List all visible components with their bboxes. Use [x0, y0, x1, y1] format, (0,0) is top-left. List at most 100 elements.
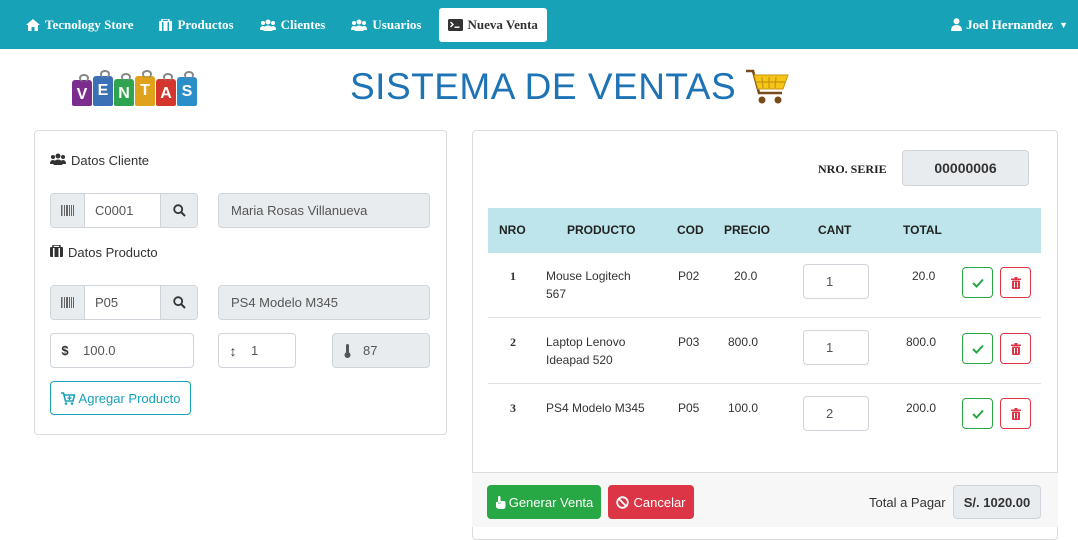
- row-confirm-button[interactable]: [962, 398, 993, 429]
- nav-brand[interactable]: Tecnology Store: [26, 8, 133, 42]
- total-amount-field[interactable]: S/. 1020.00: [953, 485, 1041, 519]
- row-precio: 800.0: [728, 335, 759, 349]
- producto-name-field[interactable]: PS4 Modelo M345: [218, 285, 430, 320]
- cliente-code-input[interactable]: C0001: [85, 194, 160, 227]
- section-label-text: Datos Producto: [68, 245, 158, 260]
- row-producto-line1: Laptop Lenovo: [546, 335, 626, 349]
- row-cod: P05: [678, 401, 700, 415]
- logo-letter: T: [135, 70, 155, 106]
- price-input[interactable]: 100.0: [79, 334, 193, 367]
- nav-item-label: Clientes: [280, 16, 326, 32]
- barcode-icon: [51, 194, 85, 227]
- row-confirm-button[interactable]: [962, 333, 993, 364]
- thermometer-icon: [333, 343, 361, 358]
- producto-code-input[interactable]: P05: [85, 286, 160, 319]
- logo-letter: E: [93, 70, 113, 106]
- generate-sale-label: Generar Venta: [508, 494, 594, 510]
- page-title: SISTEMA DE VENTAS: [350, 66, 790, 108]
- check-icon: [971, 344, 984, 354]
- table-row: 2 Laptop Lenovo Ideapad 520 P03 800.0 1 …: [488, 319, 1041, 384]
- terminal-icon: [447, 18, 463, 31]
- trash-icon: [1010, 276, 1021, 289]
- nav-item-nueva-venta[interactable]: Nueva Venta: [438, 7, 547, 42]
- page-title-text: SISTEMA DE VENTAS: [350, 66, 737, 107]
- quantity-input[interactable]: 1: [247, 334, 295, 367]
- add-product-label: Agregar Producto: [78, 390, 181, 406]
- col-header-nro: NRO: [499, 223, 526, 237]
- nav-brand-label: Tecnology Store: [45, 16, 134, 32]
- shopping-cart-icon: [744, 67, 790, 107]
- caret-down-icon: ▼: [1059, 19, 1068, 30]
- cliente-code-input-group: C0001: [50, 193, 198, 228]
- cancel-button[interactable]: Cancelar: [608, 485, 694, 519]
- search-icon: [172, 296, 186, 309]
- ban-icon: [616, 495, 630, 509]
- stock-field[interactable]: 87: [332, 333, 430, 368]
- row-producto-line2: 567: [546, 287, 567, 301]
- sale-table-header: NRO PRODUCTO COD PRECIO CANT TOTAL: [488, 208, 1041, 253]
- add-product-button[interactable]: Agregar Producto: [50, 381, 191, 415]
- check-icon: [971, 409, 984, 419]
- row-nro: 2: [510, 335, 516, 349]
- row-producto-line1: PS4 Modelo M345: [546, 401, 645, 415]
- users-icon: [259, 19, 276, 31]
- row-cant-input[interactable]: 1: [803, 264, 869, 299]
- row-cant-input[interactable]: 1: [803, 330, 869, 365]
- table-row: 3 PS4 Modelo M345 P05 100.0 2 200.0: [488, 385, 1041, 450]
- home-icon: [26, 18, 40, 31]
- user-menu-dropdown[interactable]: Joel Hernandez ▼: [951, 0, 1068, 49]
- users-icon: [351, 19, 368, 31]
- search-producto-button[interactable]: [160, 286, 197, 319]
- row-total: 200.0: [906, 401, 937, 415]
- row-total: 20.0: [912, 269, 936, 283]
- quantity-input-group: ↕ 1: [218, 333, 296, 368]
- user-name: Joel Hernandez: [966, 16, 1054, 32]
- nav-item-label: Nueva Venta: [467, 16, 538, 32]
- row-producto: Laptop Lenovo Ideapad 520: [546, 333, 625, 369]
- price-input-group: $ 100.0: [50, 333, 194, 368]
- nav-item-clientes[interactable]: Clientes: [259, 8, 326, 42]
- col-header-producto: PRODUCTO: [567, 223, 636, 237]
- col-header-precio: PRECIO: [724, 223, 771, 237]
- row-total: 800.0: [906, 335, 937, 349]
- logo-letter: V: [72, 74, 92, 106]
- nav-item-productos[interactable]: Productos: [159, 8, 234, 42]
- datos-producto-heading: Datos Producto: [50, 244, 158, 260]
- row-cod: P02: [678, 269, 700, 283]
- users-icon: [50, 153, 66, 168]
- stock-value: 87: [363, 343, 378, 358]
- trash-icon: [1010, 342, 1021, 355]
- nav-item-usuarios[interactable]: Usuarios: [351, 8, 422, 42]
- nav-item-label: Usuarios: [372, 16, 422, 32]
- col-header-cod: COD: [677, 223, 704, 237]
- row-delete-button[interactable]: [1000, 267, 1031, 298]
- row-nro: 1: [510, 269, 516, 283]
- row-producto: Mouse Logitech 567: [546, 267, 631, 303]
- search-icon: [172, 204, 186, 217]
- nav-item-label: Productos: [177, 16, 234, 32]
- logo-letter: A: [156, 73, 176, 106]
- total-label: Total a Pagar: [869, 495, 946, 510]
- row-delete-button[interactable]: [1000, 333, 1031, 364]
- arrows-vertical-icon: ↕: [229, 342, 237, 359]
- col-header-cant: CANT: [818, 223, 852, 237]
- row-producto-line1: Mouse Logitech: [546, 269, 631, 283]
- cart-plus-icon: [60, 391, 75, 405]
- serie-number-field[interactable]: 00000006: [902, 150, 1029, 186]
- row-cant-input[interactable]: 2: [803, 396, 869, 431]
- cliente-name-field[interactable]: Maria Rosas Villanueva: [218, 193, 430, 228]
- row-producto: PS4 Modelo M345: [546, 399, 645, 417]
- section-label-text: Datos Cliente: [71, 153, 150, 168]
- row-confirm-button[interactable]: [962, 267, 993, 298]
- row-cod: P03: [678, 335, 700, 349]
- barcode-icon: [51, 286, 85, 319]
- user-icon: [951, 18, 963, 31]
- row-precio: 20.0: [734, 269, 758, 283]
- row-producto-line2: Ideapad 520: [546, 353, 613, 367]
- search-cliente-button[interactable]: [160, 194, 197, 227]
- generate-sale-button[interactable]: Generar Venta: [487, 485, 601, 519]
- row-nro: 3: [510, 401, 516, 415]
- producto-code-input-group: P05: [50, 285, 198, 320]
- row-delete-button[interactable]: [1000, 398, 1031, 429]
- cancel-label: Cancelar: [633, 494, 686, 510]
